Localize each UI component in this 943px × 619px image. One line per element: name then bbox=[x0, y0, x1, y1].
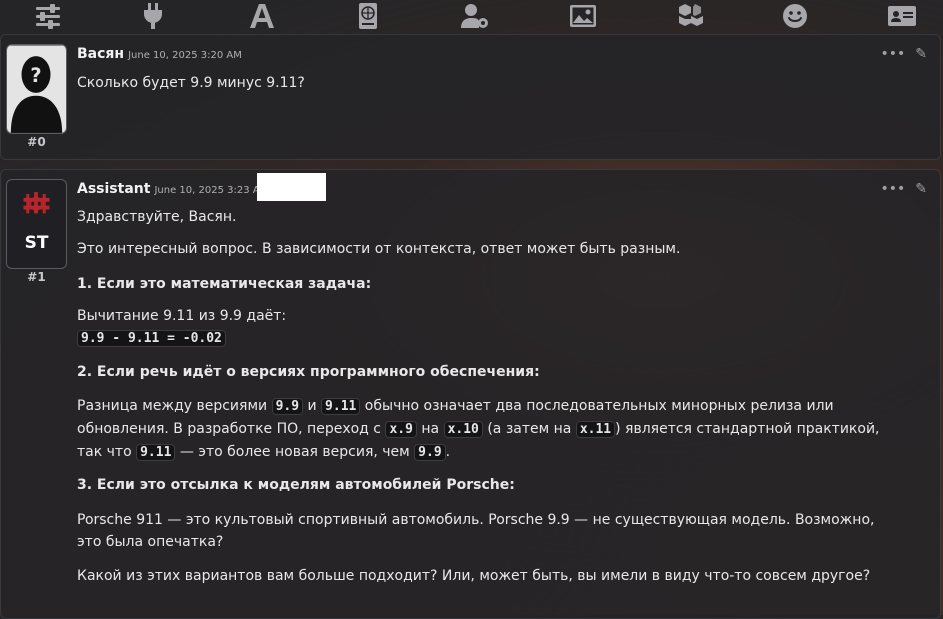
svg-text:?: ? bbox=[30, 64, 41, 87]
sliders-icon[interactable] bbox=[31, 1, 65, 31]
avatar[interactable]: ? bbox=[6, 44, 67, 134]
cubes-icon[interactable] bbox=[673, 1, 707, 31]
intro: Это интересный вопрос. В зависимости от … bbox=[77, 241, 681, 257]
versions-line-1: Разница между версиями 9.9 и 9.11 обычно… bbox=[77, 396, 834, 417]
text-span: так что bbox=[77, 444, 137, 460]
message-header: Васян June 10, 2025 3:20 AM bbox=[77, 46, 242, 62]
code-snippet: 9.11 bbox=[321, 398, 361, 415]
message-id: #1 bbox=[27, 270, 46, 284]
message-header: Assistant June 10, 2025 3:23 AM bbox=[77, 181, 268, 197]
code-snippet: 9.9 - 9.11 = -0.02 bbox=[77, 330, 226, 347]
closing-question: Какой из этих вариантов вам больше подхо… bbox=[77, 568, 871, 584]
versions-line-3: так что 9.11 — это более новая версия, ч… bbox=[77, 442, 450, 463]
edit-icon[interactable]: ✎ bbox=[915, 46, 927, 62]
redaction-box bbox=[257, 173, 326, 201]
author-name: Assistant bbox=[77, 181, 151, 197]
text-span: . bbox=[445, 444, 451, 460]
heading-math: 1. Если это математическая задача: bbox=[77, 276, 372, 292]
code-snippet: 9.9 bbox=[271, 398, 304, 415]
versions-line-2: обновления. В разработке ПО, переход с x… bbox=[77, 419, 880, 440]
more-options-icon[interactable]: ••• bbox=[880, 181, 905, 197]
st-logo-icon bbox=[23, 192, 50, 214]
text-span: на bbox=[416, 421, 444, 437]
text-span: и bbox=[303, 398, 322, 414]
smile-icon[interactable] bbox=[778, 1, 812, 31]
message-1: ST #1 Assistant June 10, 2025 3:23 AM •••… bbox=[0, 169, 941, 619]
timestamp: June 10, 2025 3:20 AM bbox=[128, 50, 242, 61]
message-0: ? #0 Васян June 10, 2025 3:20 AM ••• ✎ Ск… bbox=[0, 34, 941, 160]
porsche-line-1: Porsche 911 — это культовый спортивный а… bbox=[77, 512, 875, 528]
code-snippet: 9.11 bbox=[136, 444, 176, 461]
message-id: #0 bbox=[27, 135, 46, 149]
more-options-icon[interactable]: ••• bbox=[880, 46, 905, 62]
text-span: ) является стандартной практикой, bbox=[615, 421, 880, 437]
author-name: Васян bbox=[77, 46, 125, 62]
code-snippet: x.10 bbox=[443, 421, 483, 438]
code-snippet: x.9 bbox=[385, 421, 417, 438]
text-span: обычно означает два последовательных мин… bbox=[360, 398, 834, 414]
avatar[interactable]: ST bbox=[6, 179, 67, 269]
message-text: Здравствуйте, Васян. Это интересный вопр… bbox=[77, 207, 927, 617]
edit-icon[interactable]: ✎ bbox=[915, 181, 927, 197]
text-span: (а затем на bbox=[482, 421, 576, 437]
user-gear-icon[interactable] bbox=[458, 1, 492, 31]
math-line: Вычитание 9.11 из 9.9 даёт: bbox=[77, 308, 287, 324]
heading-porsche: 3. Если это отсылка к моделям автомобиле… bbox=[77, 477, 515, 493]
text-span: Разница между версиями bbox=[77, 398, 272, 414]
greeting: Здравствуйте, Васян. bbox=[77, 209, 237, 225]
porsche-line-2: это была опечатка? bbox=[77, 534, 224, 550]
book-globe-icon[interactable] bbox=[351, 1, 385, 31]
text-span: обновления. В разработке ПО, переход с bbox=[77, 421, 386, 437]
image-icon[interactable] bbox=[566, 1, 600, 31]
id-card-icon[interactable] bbox=[885, 1, 919, 31]
question-text: Сколько будет 9.9 минус 9.11? bbox=[77, 75, 305, 91]
code-snippet: x.11 bbox=[575, 421, 616, 438]
text-span: — это более новая версия, чем bbox=[175, 444, 415, 460]
avatar-label: ST bbox=[24, 233, 49, 253]
font-icon[interactable] bbox=[245, 1, 279, 31]
message-controls: ••• ✎ bbox=[880, 181, 927, 197]
code-snippet: 9.9 bbox=[414, 444, 446, 461]
timestamp: June 10, 2025 3:23 AM bbox=[154, 185, 269, 196]
top-toolbar bbox=[0, 0, 943, 34]
heading-versions: 2. Если речь идёт о версиях программного… bbox=[77, 364, 540, 380]
math-code-line: 9.9 - 9.11 = -0.02 bbox=[77, 328, 226, 349]
plug-icon[interactable] bbox=[136, 1, 170, 31]
message-controls: ••• ✎ bbox=[880, 46, 927, 62]
silhouette-avatar-icon: ? bbox=[7, 45, 66, 133]
